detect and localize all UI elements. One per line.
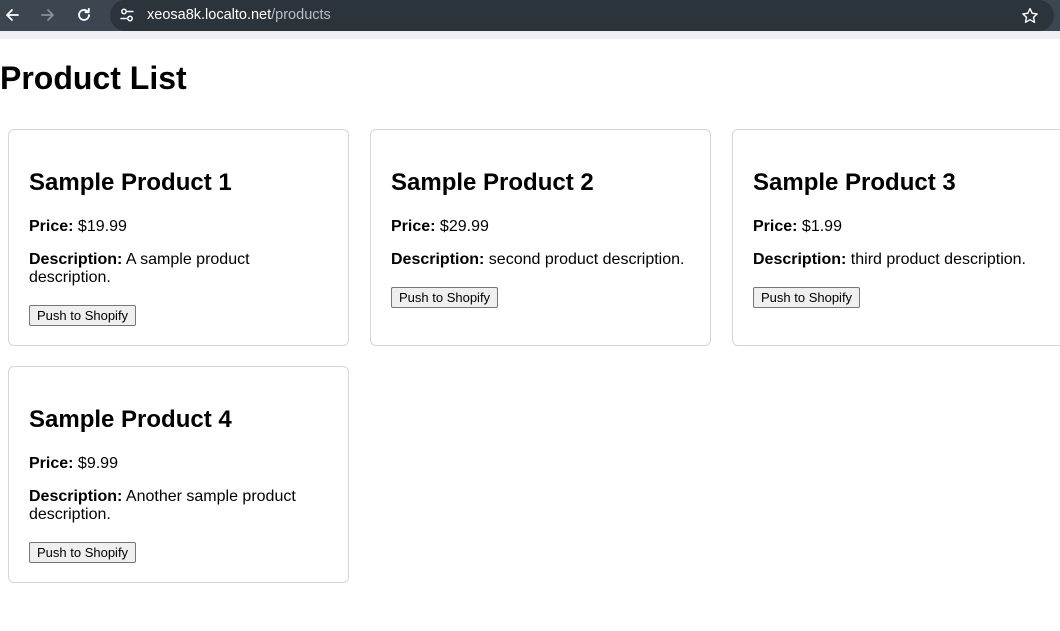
product-name: Sample Product 3: [753, 169, 956, 196]
browser-toolbar: xeosa8k.localto.net/products: [0, 0, 1060, 39]
description-label: Description:: [753, 251, 847, 268]
price-value: $9.99: [77, 455, 118, 472]
url-host: xeosa8k.localto.net: [147, 7, 272, 23]
price-label: Price:: [29, 455, 74, 472]
description-label: Description:: [391, 251, 485, 268]
product-price: Price: $19.99: [29, 217, 127, 236]
reload-icon[interactable]: [73, 4, 95, 26]
page-title: Product List: [0, 60, 187, 96]
price-value: $19.99: [77, 218, 127, 235]
page-content: Product List Sample Product 1 Price: $19…: [0, 39, 1060, 631]
description-value: second product description.: [488, 251, 685, 268]
address-bar[interactable]: xeosa8k.localto.net/products: [110, 0, 1054, 31]
description-label: Description:: [29, 251, 123, 268]
product-card: Sample Product 1 Price: $19.99 Descripti…: [8, 129, 349, 346]
push-to-shopify-button[interactable]: Push to Shopify: [29, 305, 137, 326]
description-label: Description:: [29, 488, 123, 505]
site-settings-icon[interactable]: [117, 5, 137, 25]
back-arrow-icon[interactable]: [1, 4, 23, 26]
price-label: Price:: [391, 218, 436, 235]
product-name: Sample Product 2: [391, 169, 594, 196]
price-label: Price:: [29, 218, 74, 235]
product-card: Sample Product 3 Price: $1.99 Descriptio…: [732, 129, 1060, 346]
product-price: Price: $9.99: [29, 454, 118, 473]
price-value: $1.99: [801, 218, 842, 235]
push-to-shopify-button[interactable]: Push to Shopify: [753, 287, 861, 308]
product-description: Description: third product description.: [753, 251, 1053, 269]
product-price: Price: $1.99: [753, 217, 842, 236]
price-label: Price:: [753, 218, 798, 235]
bookmark-star-icon[interactable]: [1020, 6, 1040, 26]
url-text[interactable]: xeosa8k.localto.net/products: [147, 7, 331, 24]
push-to-shopify-button[interactable]: Push to Shopify: [391, 287, 499, 308]
push-to-shopify-button[interactable]: Push to Shopify: [29, 542, 137, 563]
product-description: Description: A sample product descriptio…: [29, 251, 329, 287]
forward-arrow-icon[interactable]: [37, 4, 59, 26]
product-description: Description: Another sample product desc…: [29, 488, 329, 524]
product-name: Sample Product 4: [29, 406, 232, 433]
description-value: third product description.: [850, 251, 1026, 268]
product-price: Price: $29.99: [391, 217, 489, 236]
url-path: /products: [271, 7, 331, 23]
product-name: Sample Product 1: [29, 169, 232, 196]
product-description: Description: second product description.: [391, 251, 691, 269]
product-card: Sample Product 4 Price: $9.99 Descriptio…: [8, 366, 349, 583]
product-card: Sample Product 2 Price: $29.99 Descripti…: [370, 129, 711, 346]
price-value: $29.99: [439, 218, 489, 235]
